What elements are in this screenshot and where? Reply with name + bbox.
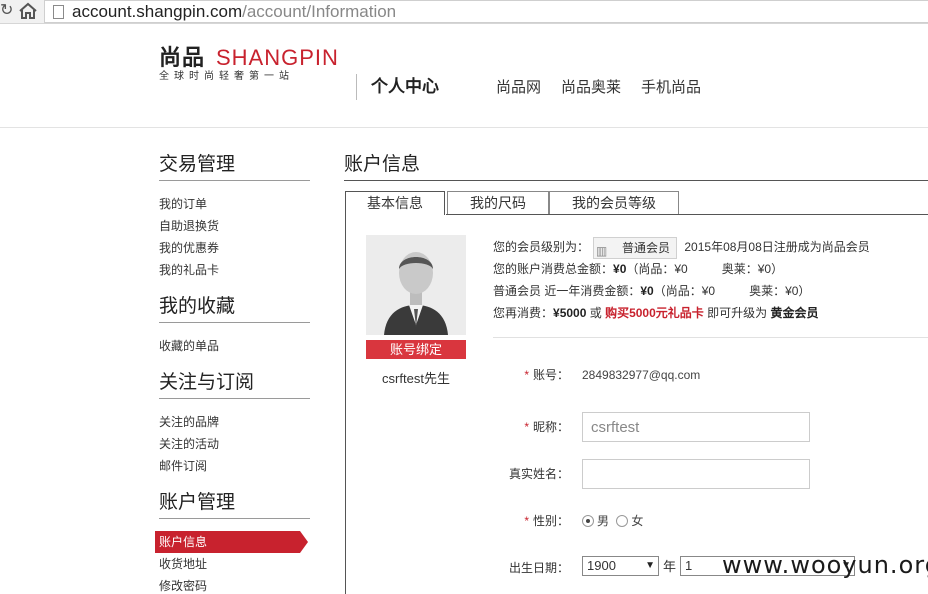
total-prefix: 您的账户消费总金额： xyxy=(493,262,614,276)
watermark: www.wooyun.org xyxy=(722,551,928,579)
page-title: 账户信息 xyxy=(344,152,928,181)
home-icon[interactable] xyxy=(18,2,38,20)
nav-shangpin[interactable]: 尚品网 xyxy=(496,79,541,96)
header-divider xyxy=(356,74,357,100)
sidebar-item-password[interactable]: 修改密码 xyxy=(159,575,310,594)
sidebar-item-activities[interactable]: 关注的活动 xyxy=(159,433,310,455)
reload-icon[interactable]: ↻ xyxy=(0,2,14,20)
sidebar-item-account-info[interactable]: 账户信息 xyxy=(155,531,308,553)
registered-date: 2015年08月08日注册成为尚品会员 xyxy=(684,240,870,254)
account-label: * 账号： xyxy=(524,368,569,382)
member-level-row: 您的会员级别为： ▥ 普通会员 2015年08月08日注册成为尚品会员 xyxy=(493,236,928,259)
level-prefix: 您的会员级别为： xyxy=(493,240,590,254)
site-header xyxy=(0,24,928,128)
nav-outlet[interactable]: 尚品奥莱 xyxy=(561,79,621,96)
upgrade-row: 您再消费：¥5000 或 购买5000元礼品卡 即可升级为 黄金会员 xyxy=(493,302,928,324)
tab-basic-info[interactable]: 基本信息 xyxy=(345,191,445,215)
top-nav: 尚品网 尚品奥莱 手机尚品 xyxy=(496,78,721,98)
tab-member-level[interactable]: 我的会员等级 xyxy=(549,191,679,214)
year-amount: ¥0 xyxy=(640,284,654,298)
year-outlet: 奥莱：¥0） xyxy=(749,284,811,298)
url-input[interactable]: account.shangpin.com/account/Information xyxy=(44,0,928,23)
personal-center-title: 个人中心 xyxy=(371,77,439,96)
year-prefix: 普通会员 近一年消费金额： xyxy=(493,284,641,298)
level-name: 普通会员 xyxy=(622,240,671,255)
avatar xyxy=(366,235,466,335)
upgrade-or: 或 xyxy=(586,306,606,320)
buy-giftcard-link[interactable]: 购买5000元礼品卡 xyxy=(605,306,704,320)
gender-label: * 性别： xyxy=(524,514,569,528)
sidebar-group-favorites: 我的收藏 收藏的单品 xyxy=(159,294,310,357)
tab-my-size[interactable]: 我的尺码 xyxy=(447,191,549,214)
total-outlet: 奥莱：¥0） xyxy=(721,262,784,276)
sidebar-group-account: 账户管理 账户信息 收货地址 修改密码 xyxy=(155,490,310,594)
dropdown-arrow-icon: ▼ xyxy=(645,560,655,571)
logo-cn: 尚品 xyxy=(159,45,206,70)
sidebar: 交易管理 我的订单 自助退换货 我的优惠券 我的礼品卡 我的收藏 收藏的单品 关… xyxy=(155,152,310,594)
year-spend-row: 普通会员 近一年消费金额：¥0（尚品：¥0 奥莱：¥0） xyxy=(493,280,928,302)
account-bind-button[interactable]: 账号绑定 xyxy=(366,340,466,359)
sidebar-group-title: 交易管理 xyxy=(159,152,310,181)
nickname-input[interactable] xyxy=(582,412,810,442)
level-badge: ▥ 普通会员 xyxy=(593,236,678,259)
shangpin-logo[interactable]: 尚品 SHANGPIN 全球时尚轻奢第一站 xyxy=(159,46,339,86)
birthday-label: 出生日期： xyxy=(508,561,569,575)
realname-label: 真实姓名： xyxy=(508,467,569,481)
username: csrftest先生 xyxy=(382,371,450,386)
realname-row: 真实姓名： xyxy=(493,459,928,489)
total-spend-row: 您的账户消费总金额：¥0（尚品：¥0 奥莱：¥0） xyxy=(493,258,928,280)
logo-en: SHANGPIN xyxy=(216,45,339,70)
year-shangpin: （尚品：¥0 xyxy=(653,284,716,298)
sidebar-item-giftcards[interactable]: 我的礼品卡 xyxy=(159,259,310,281)
nickname-label: * 昵称： xyxy=(524,420,569,434)
sidebar-item-coupons[interactable]: 我的优惠券 xyxy=(159,237,310,259)
default-user-icon xyxy=(366,235,466,335)
sidebar-group-follow: 关注与订阅 关注的品牌 关注的活动 邮件订阅 xyxy=(159,370,310,477)
total-shangpin: （尚品：¥0 xyxy=(626,262,688,276)
year-unit: 年 xyxy=(663,559,677,574)
account-value: 2849832977@qq.com xyxy=(582,368,701,382)
gender-row: * 性别： 男 女 xyxy=(493,506,928,536)
account-row: * 账号： 2849832977@qq.com xyxy=(493,360,928,390)
sidebar-item-address[interactable]: 收货地址 xyxy=(159,553,310,575)
level-logo-icon: ▥ xyxy=(596,243,608,258)
main-content: 账户信息 基本信息 我的尺码 我的会员等级 账号绑定 csrftest先生 您的… xyxy=(344,152,928,594)
logo-tagline: 全球时尚轻奢第一站 xyxy=(159,71,294,82)
sidebar-item-fav-items[interactable]: 收藏的单品 xyxy=(159,335,310,357)
realname-input[interactable] xyxy=(582,459,810,489)
sidebar-item-brands[interactable]: 关注的品牌 xyxy=(159,411,310,433)
upgrade-level: 黄金会员 xyxy=(770,306,819,320)
url-text: account.shangpin.com/account/Information xyxy=(72,2,397,21)
gender-options: 男 女 xyxy=(582,506,643,536)
nickname-row: * 昵称： xyxy=(493,412,928,442)
sidebar-group-title: 账户管理 xyxy=(159,490,310,519)
tab-divider xyxy=(446,214,928,215)
nav-mobile[interactable]: 手机尚品 xyxy=(641,79,701,96)
gender-female-radio[interactable] xyxy=(616,515,629,527)
sidebar-item-returns[interactable]: 自助退换货 xyxy=(159,215,310,237)
upgrade-amount: ¥5000 xyxy=(553,306,587,320)
gender-male-radio[interactable] xyxy=(582,515,594,527)
page-icon xyxy=(53,5,64,19)
gender-female-label: 女 xyxy=(631,514,644,528)
sidebar-item-orders[interactable]: 我的订单 xyxy=(159,193,310,215)
sidebar-group-title: 我的收藏 xyxy=(159,294,310,323)
panel-border xyxy=(345,214,346,594)
member-info: 您的会员级别为： ▥ 普通会员 2015年08月08日注册成为尚品会员 您的账户消费… xyxy=(493,236,928,324)
birth-year-select[interactable]: 1900 ▼ xyxy=(582,556,659,576)
sidebar-item-email-sub[interactable]: 邮件订阅 xyxy=(159,455,310,477)
info-divider xyxy=(493,337,928,338)
upgrade-prefix: 您再消费： xyxy=(493,306,554,320)
gender-male-label: 男 xyxy=(597,514,610,528)
browser-address-bar: ↻ account.shangpin.com/account/Informati… xyxy=(0,0,928,24)
sidebar-group-trade: 交易管理 我的订单 自助退换货 我的优惠券 我的礼品卡 xyxy=(159,152,310,281)
upgrade-mid: 即可升级为 xyxy=(703,306,771,320)
total-amount: ¥0 xyxy=(613,262,627,276)
sidebar-group-title: 关注与订阅 xyxy=(159,370,310,399)
